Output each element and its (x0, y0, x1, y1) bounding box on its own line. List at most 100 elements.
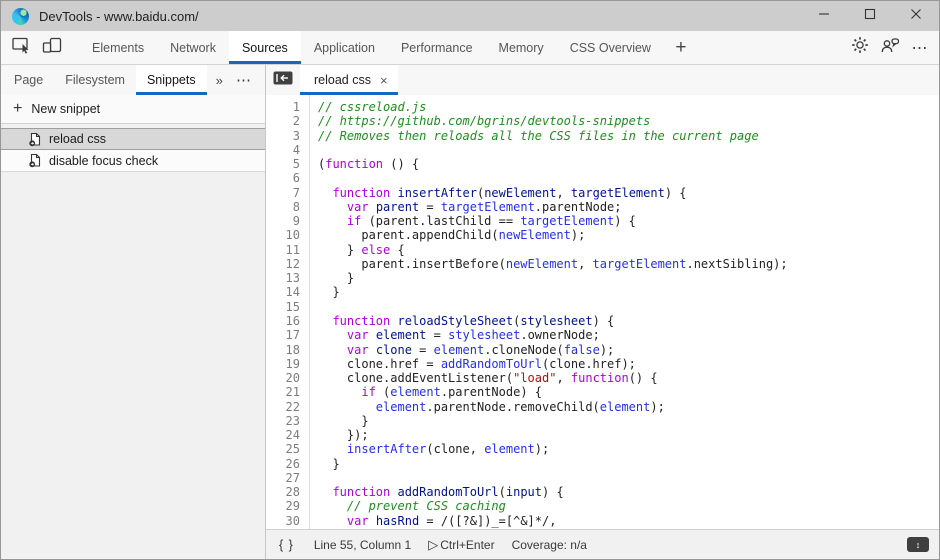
code-line[interactable]: parent.appendChild(newElement); (318, 228, 939, 242)
tab-application[interactable]: Application (301, 31, 388, 64)
code-line[interactable] (318, 471, 939, 485)
line-number[interactable]: 6 (266, 171, 300, 185)
line-number[interactable]: 5 (266, 157, 300, 171)
code-line[interactable]: // prevent CSS caching (318, 499, 939, 513)
new-snippet-button[interactable]: + New snippet (1, 95, 265, 124)
code-line[interactable]: } (318, 457, 939, 471)
line-number[interactable]: 8 (266, 200, 300, 214)
line-number[interactable]: 24 (266, 428, 300, 442)
editor-tab-label: reload css (314, 73, 371, 87)
code-line[interactable]: (function () { (318, 157, 939, 171)
line-number[interactable]: 17 (266, 328, 300, 342)
tab-sources[interactable]: Sources (229, 31, 301, 64)
code-line[interactable]: function insertAfter(newElement, targetE… (318, 186, 939, 200)
line-number[interactable]: 26 (266, 457, 300, 471)
code-editor[interactable]: 1234567891011121314151617181920212223242… (266, 95, 939, 529)
devtools-toolbar: ElementsNetworkSourcesApplicationPerform… (1, 31, 939, 65)
sidebar-tab-filesystem[interactable]: Filesystem (54, 65, 136, 95)
snippet-item-disable-focus-check[interactable]: disable focus check (1, 150, 265, 172)
device-emulation-button[interactable] (37, 31, 67, 64)
tab-memory[interactable]: Memory (486, 31, 557, 64)
minimize-button[interactable] (801, 1, 847, 31)
sidebar-tab-page[interactable]: Page (3, 65, 54, 95)
coverage-status: Coverage: n/a (512, 538, 587, 552)
code-line[interactable]: insertAfter(clone, element); (318, 442, 939, 456)
line-number[interactable]: 1 (266, 100, 300, 114)
settings-button[interactable] (845, 36, 875, 59)
line-number[interactable]: 27 (266, 471, 300, 485)
line-number[interactable]: 11 (266, 243, 300, 257)
code-line[interactable]: clone.addEventListener("load", function(… (318, 371, 939, 385)
devtools-window: DevTools - www.baidu.com/ (0, 0, 940, 560)
up-down-arrow-icon: ↕ (916, 540, 921, 550)
line-number[interactable]: 9 (266, 214, 300, 228)
code-line[interactable]: var parent = targetElement.parentNode; (318, 200, 939, 214)
code-line[interactable]: // https://github.com/bgrins/devtools-sn… (318, 114, 939, 128)
code-line[interactable]: // cssreload.js (318, 100, 939, 114)
line-number[interactable]: 19 (266, 357, 300, 371)
more-tools-button[interactable]: + (664, 31, 698, 64)
line-number[interactable]: 10 (266, 228, 300, 242)
code-line[interactable]: if (parent.lastChild == targetElement) { (318, 214, 939, 228)
editor-tab-strip: reload css × (266, 65, 939, 95)
code-line[interactable]: if (element.parentNode) { (318, 385, 939, 399)
code-line[interactable]: } else { (318, 243, 939, 257)
line-number[interactable]: 15 (266, 300, 300, 314)
line-number[interactable]: 29 (266, 499, 300, 513)
sidebar-tab-snippets[interactable]: Snippets (136, 65, 207, 95)
line-number[interactable]: 18 (266, 343, 300, 357)
code-line[interactable]: } (318, 285, 939, 299)
maximize-icon (864, 7, 876, 25)
tab-elements[interactable]: Elements (79, 31, 157, 64)
editor-tab-close-icon[interactable]: × (380, 74, 388, 87)
line-number[interactable]: 16 (266, 314, 300, 328)
navigator-menu-button[interactable]: ⋯ (236, 65, 251, 95)
tab-network[interactable]: Network (157, 31, 229, 64)
code-line[interactable] (318, 300, 939, 314)
line-number[interactable]: 28 (266, 485, 300, 499)
line-number[interactable]: 30 (266, 514, 300, 528)
code-line[interactable]: element.parentNode.removeChild(element); (318, 400, 939, 414)
code-line[interactable]: var element = stylesheet.ownerNode; (318, 328, 939, 342)
code-line[interactable]: function addRandomToUrl(input) { (318, 485, 939, 499)
tab-overflow-button[interactable]: » (207, 65, 232, 95)
line-number[interactable]: 3 (266, 129, 300, 143)
toggle-drawer-button[interactable]: ↕ (907, 537, 929, 552)
code-line[interactable]: parent.insertBefore(newElement, targetEl… (318, 257, 939, 271)
tab-performance[interactable]: Performance (388, 31, 486, 64)
line-number[interactable]: 13 (266, 271, 300, 285)
line-number[interactable]: 23 (266, 414, 300, 428)
close-button[interactable] (893, 1, 939, 31)
code-line[interactable]: } (318, 271, 939, 285)
line-number[interactable]: 20 (266, 371, 300, 385)
maximize-button[interactable] (847, 1, 893, 31)
inspect-element-button[interactable] (7, 31, 37, 64)
code-content[interactable]: // cssreload.js// https://github.com/bgr… (310, 95, 939, 529)
code-line[interactable] (318, 143, 939, 157)
code-line[interactable]: }); (318, 428, 939, 442)
line-number[interactable]: 2 (266, 114, 300, 128)
code-line[interactable]: } (318, 414, 939, 428)
line-number[interactable]: 12 (266, 257, 300, 271)
code-line[interactable]: var hasRnd = /([?&])_=[^&]*/, (318, 514, 939, 528)
code-line[interactable] (318, 171, 939, 185)
code-line[interactable]: var clone = element.cloneNode(false); (318, 343, 939, 357)
line-number[interactable]: 14 (266, 285, 300, 299)
snippet-item-reload-css[interactable]: reload css (1, 128, 265, 150)
tab-css-overview[interactable]: CSS Overview (557, 31, 664, 64)
line-number[interactable]: 25 (266, 442, 300, 456)
code-line[interactable]: clone.href = addRandomToUrl(clone.href); (318, 357, 939, 371)
feedback-button[interactable] (875, 37, 905, 59)
more-options-button[interactable]: ⋯ (905, 38, 935, 58)
hide-navigator-icon (273, 70, 293, 91)
line-number-gutter[interactable]: 1234567891011121314151617181920212223242… (266, 95, 310, 529)
line-number[interactable]: 22 (266, 400, 300, 414)
code-line[interactable]: // Removes then reloads all the CSS file… (318, 129, 939, 143)
code-line[interactable]: function reloadStyleSheet(stylesheet) { (318, 314, 939, 328)
editor-tab-reload-css[interactable]: reload css × (300, 65, 398, 95)
pretty-print-button[interactable]: { } (276, 538, 297, 552)
line-number[interactable]: 4 (266, 143, 300, 157)
line-number[interactable]: 7 (266, 186, 300, 200)
line-number[interactable]: 21 (266, 385, 300, 399)
hide-navigator-button[interactable] (266, 65, 300, 95)
